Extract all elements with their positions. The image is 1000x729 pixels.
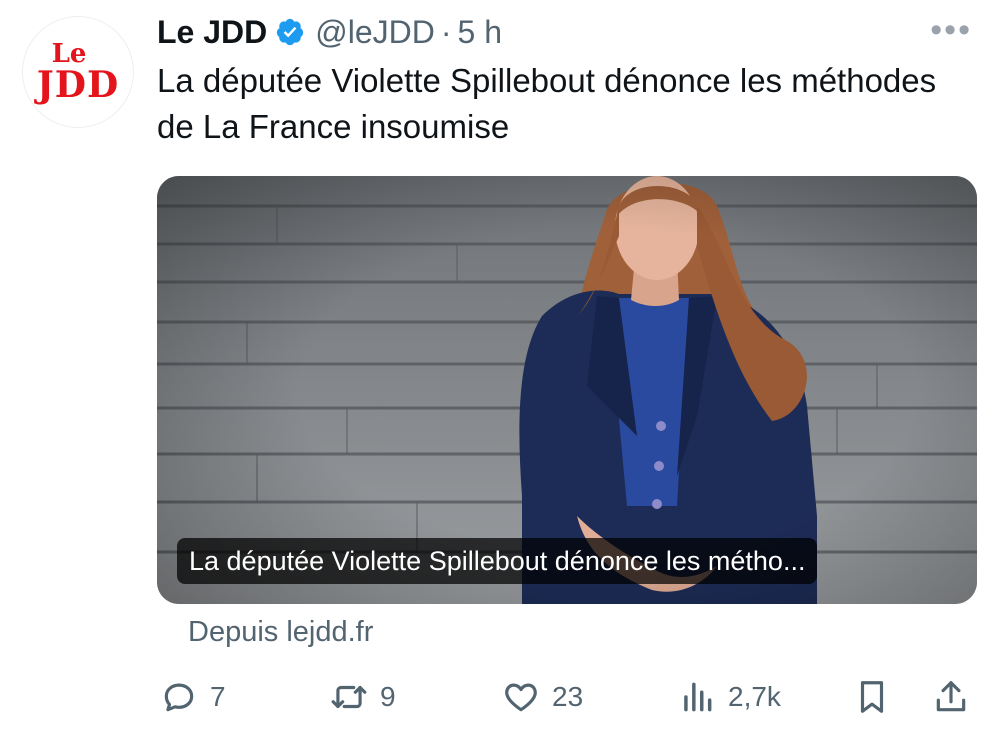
avatar-logo-line2: JDD — [36, 64, 120, 106]
bookmark-button[interactable] — [853, 672, 891, 722]
retweet-button[interactable]: 9 — [330, 672, 396, 722]
tweet-text: La députée Violette Spillebout dénonce l… — [157, 62, 937, 145]
link-source[interactable]: Depuis lejdd.fr — [188, 616, 373, 649]
avatar[interactable]: Le JDD — [22, 16, 134, 128]
like-count: 23 — [552, 681, 584, 712]
views-button[interactable]: 2,7k — [678, 672, 781, 722]
account-name[interactable]: Le JDD — [157, 14, 267, 51]
retweet-icon — [331, 685, 367, 709]
reply-icon — [164, 683, 194, 712]
separator-dot: · — [440, 13, 452, 50]
share-icon — [936, 681, 966, 712]
tweet-header: Le JDD @leJDD · 5 h — [157, 10, 502, 54]
tweet[interactable]: Le JDD Le JDD @leJDD · 5 h ••• La député… — [0, 0, 1000, 729]
media-card[interactable]: La députée Violette Spillebout dénonce l… — [157, 176, 977, 604]
timestamp[interactable]: 5 h — [458, 14, 502, 51]
reply-count: 7 — [210, 681, 226, 712]
bookmark-icon — [860, 681, 884, 713]
account-handle[interactable]: @leJDD — [315, 14, 435, 51]
more-horizontal-icon[interactable]: ••• — [930, 13, 972, 47]
retweet-count: 9 — [380, 681, 396, 712]
action-bar: 7 9 23 2,7k — [0, 672, 1000, 722]
media-caption: La députée Violette Spillebout dénonce l… — [177, 538, 818, 584]
views-count: 2,7k — [728, 681, 781, 712]
like-button[interactable]: 23 — [502, 672, 583, 722]
verified-badge-icon — [277, 18, 304, 46]
views-chart-icon — [684, 682, 712, 712]
share-button[interactable] — [932, 672, 970, 722]
reply-button[interactable]: 7 — [160, 672, 226, 722]
heart-icon — [505, 683, 537, 712]
